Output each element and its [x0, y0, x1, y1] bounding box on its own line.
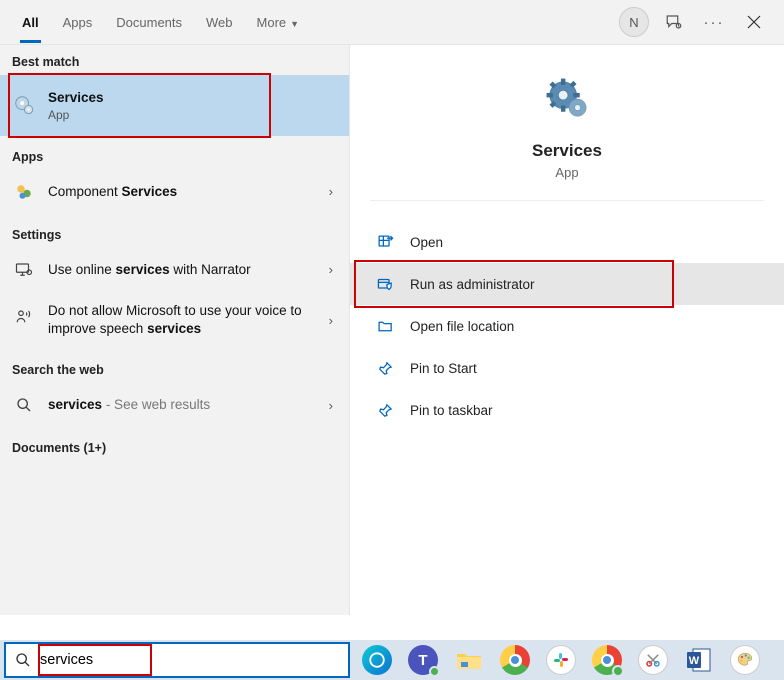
section-settings: Settings — [0, 214, 349, 248]
taskbar: T W — [0, 640, 784, 680]
user-avatar[interactable]: N — [614, 2, 654, 42]
preview-title: Services — [350, 141, 784, 161]
component-services-icon — [12, 180, 36, 204]
search-icon — [6, 652, 40, 668]
speech-icon — [12, 305, 36, 329]
tab-all[interactable]: All — [10, 3, 51, 42]
result-component-services[interactable]: Component Services › — [0, 170, 349, 214]
feedback-icon[interactable] — [654, 2, 694, 42]
taskbar-snip-icon[interactable] — [632, 640, 674, 680]
result-services-app[interactable]: Services App — [0, 75, 349, 136]
folder-icon — [374, 315, 396, 337]
taskbar-slack-icon[interactable] — [540, 640, 582, 680]
action-label: Open — [410, 235, 443, 250]
open-icon — [374, 231, 396, 253]
admin-shield-icon — [374, 273, 396, 295]
action-run-admin[interactable]: Run as administrator — [350, 263, 784, 305]
services-app-icon — [543, 75, 591, 123]
chevron-right-icon: › — [325, 313, 337, 328]
taskbar-search[interactable] — [4, 642, 350, 678]
result-web-search[interactable]: services - See web results › — [0, 383, 349, 427]
result-narrator-services[interactable]: Use online services with Narrator › — [0, 248, 349, 292]
search-results-panel: Best match Services App Apps Component S… — [0, 45, 784, 615]
result-title: Use online services with Narrator — [48, 262, 251, 277]
pin-icon — [374, 399, 396, 421]
taskbar-edge-icon[interactable] — [356, 640, 398, 680]
filter-tabs: All Apps Documents Web More▼ N ··· — [0, 0, 784, 45]
preview-subtitle: App — [350, 165, 784, 180]
search-icon — [12, 393, 36, 417]
tab-apps[interactable]: Apps — [51, 3, 105, 42]
gear-icon — [12, 93, 36, 117]
taskbar-teams-icon[interactable]: T — [402, 640, 444, 680]
action-label: Pin to taskbar — [410, 403, 493, 418]
action-label: Open file location — [410, 319, 514, 334]
result-title: Services — [48, 89, 337, 107]
tab-web[interactable]: Web — [194, 3, 245, 42]
chevron-right-icon: › — [325, 398, 337, 413]
result-title: services - See web results — [48, 397, 210, 412]
tab-more[interactable]: More▼ — [245, 3, 312, 42]
result-title: Component Services — [48, 184, 177, 199]
result-title: Do not allow Microsoft to use your voice… — [48, 303, 302, 337]
chevron-right-icon: › — [325, 262, 337, 277]
action-pin-start[interactable]: Pin to Start — [350, 347, 784, 389]
section-best-match: Best match — [0, 45, 349, 75]
tab-documents[interactable]: Documents — [104, 3, 194, 42]
results-list: Best match Services App Apps Component S… — [0, 45, 350, 615]
taskbar-chrome-beta-icon[interactable] — [586, 640, 628, 680]
pin-icon — [374, 357, 396, 379]
search-input[interactable] — [40, 652, 348, 668]
action-list: Open Run as administrator Open file loca… — [350, 221, 784, 431]
close-icon[interactable] — [734, 2, 774, 42]
more-options-icon[interactable]: ··· — [694, 2, 734, 42]
taskbar-paint-icon[interactable] — [724, 640, 766, 680]
taskbar-word-icon[interactable]: W — [678, 640, 720, 680]
section-documents: Documents (1+) — [0, 427, 349, 461]
action-pin-taskbar[interactable]: Pin to taskbar — [350, 389, 784, 431]
avatar-initial: N — [619, 7, 649, 37]
chevron-right-icon: › — [325, 184, 337, 199]
svg-text:W: W — [689, 655, 700, 667]
result-speech-services[interactable]: Do not allow Microsoft to use your voice… — [0, 292, 349, 350]
taskbar-chrome-icon[interactable] — [494, 640, 536, 680]
action-open[interactable]: Open — [350, 221, 784, 263]
taskbar-explorer-icon[interactable] — [448, 640, 490, 680]
section-web: Search the web — [0, 349, 349, 383]
action-label: Run as administrator — [410, 277, 535, 292]
monitor-icon — [12, 258, 36, 282]
preview-pane: Services App Open Run as administrator O… — [350, 45, 784, 615]
action-label: Pin to Start — [410, 361, 477, 376]
result-subtitle: App — [48, 108, 337, 122]
action-open-location[interactable]: Open file location — [350, 305, 784, 347]
section-apps: Apps — [0, 136, 349, 170]
